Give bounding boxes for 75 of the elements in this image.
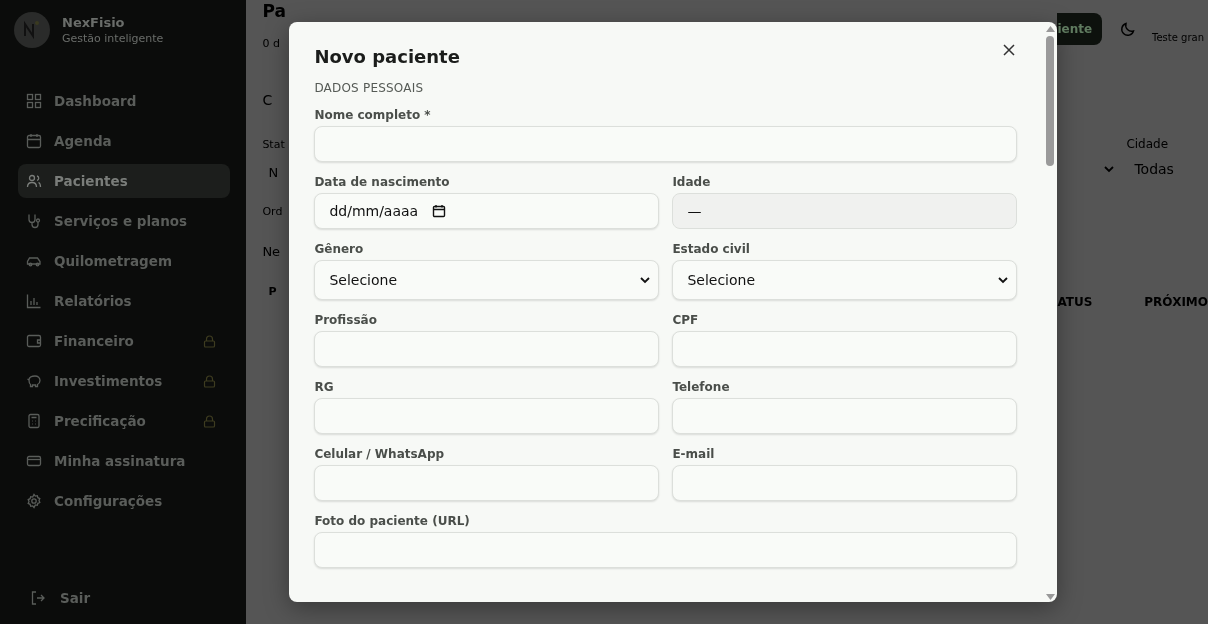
- select-field[interactable]: Selecione: [672, 260, 1018, 300]
- column-header: ATUS: [1057, 295, 1093, 309]
- user-name: Teste gran: [1152, 31, 1204, 43]
- filter-label: Stat: [262, 138, 285, 151]
- field-label: RG: [314, 380, 335, 394]
- date-field[interactable]: dd/mm/aaaa: [314, 193, 660, 229]
- sort-label: Ord: [262, 205, 283, 218]
- field-label: Nome completo *: [314, 108, 432, 122]
- sidebar-item[interactable]: Configurações: [18, 484, 231, 518]
- close-icon[interactable]: [1003, 43, 1016, 56]
- brand-name: NexFisio: [62, 15, 126, 30]
- sidebar-item[interactable]: Financeiro: [18, 324, 231, 358]
- column-header: P: [267, 285, 277, 298]
- sidebar-item[interactable]: Minha assinatura: [18, 444, 231, 478]
- input-field[interactable]: [314, 398, 660, 434]
- calendar-icon: [432, 204, 447, 218]
- sidebar-item[interactable]: Quilometragem: [18, 244, 231, 278]
- sidebar-item[interactable]: Agenda: [18, 124, 231, 158]
- chevron-down-icon: [998, 276, 1009, 284]
- tab[interactable]: C: [262, 92, 273, 108]
- wallet-icon: [26, 333, 42, 349]
- field-label: Foto do paciente (URL): [314, 514, 471, 528]
- section-heading: Ne: [262, 244, 281, 259]
- logo-icon: [14, 12, 50, 48]
- select-field[interactable]: Selecione: [314, 260, 660, 300]
- input-field[interactable]: [672, 331, 1018, 367]
- field-label: Celular / WhatsApp: [314, 447, 446, 461]
- gear-icon: [26, 493, 42, 509]
- field-label: Idade: [672, 175, 712, 189]
- input-field[interactable]: [314, 532, 1018, 568]
- moon-icon[interactable]: [1120, 21, 1137, 37]
- sidebar-item[interactable]: Dashboard: [18, 84, 231, 118]
- piggy-icon: [26, 373, 42, 389]
- calendar-icon: [26, 133, 42, 149]
- brand-tagline: Gestão inteligente: [62, 32, 164, 45]
- scrollbar-thumb[interactable]: [1046, 36, 1055, 166]
- chevron-down-icon: [640, 276, 651, 284]
- logout-button[interactable]: Sair: [0, 590, 247, 606]
- scroll-down-icon[interactable]: [1045, 594, 1055, 600]
- logout-icon: [30, 590, 46, 606]
- field-label: Profissão: [314, 313, 378, 327]
- new-patient-button[interactable]: iente: [1057, 13, 1103, 45]
- input-field[interactable]: [314, 126, 1018, 162]
- chevron-down-icon: [1104, 165, 1115, 173]
- input-field[interactable]: [672, 465, 1018, 501]
- field-label: Data de nascimento: [314, 175, 451, 189]
- calculator-icon: [26, 413, 42, 429]
- grid-icon: [26, 93, 42, 109]
- sidebar-item[interactable]: Precificação: [18, 404, 231, 438]
- dialog-title: Novo paciente: [314, 46, 460, 67]
- field-label: CPF: [672, 313, 700, 327]
- age-field: —: [672, 193, 1018, 229]
- section-heading: DADOS PESSOAIS: [314, 81, 425, 95]
- page-subtitle: 0 d: [262, 37, 280, 50]
- field-label: Estado civil: [672, 242, 751, 256]
- field-label: Gênero: [314, 242, 365, 256]
- input-field[interactable]: [672, 398, 1018, 434]
- sidebar-item[interactable]: Relatórios: [18, 284, 231, 318]
- sidebar-item[interactable]: Investimentos: [18, 364, 231, 398]
- column-header: PRÓXIMO: [1144, 295, 1208, 309]
- filter-value[interactable]: N: [262, 165, 279, 180]
- page-title: Pa: [262, 1, 286, 21]
- input-field[interactable]: [314, 465, 660, 501]
- filter-label: Cidade: [1126, 137, 1170, 151]
- sidebar-item[interactable]: Serviços e planos: [18, 204, 231, 238]
- field-label: Telefone: [672, 380, 731, 394]
- scroll-up-icon[interactable]: [1045, 26, 1055, 32]
- chart-icon: [26, 293, 42, 309]
- card-icon: [26, 453, 42, 469]
- input-field[interactable]: [314, 331, 660, 367]
- filter-value[interactable]: Todas: [1134, 161, 1174, 177]
- field-label: E-mail: [672, 447, 716, 461]
- sidebar-item[interactable]: Pacientes: [18, 164, 231, 198]
- users-icon: [26, 173, 42, 189]
- stethoscope-icon: [26, 213, 42, 229]
